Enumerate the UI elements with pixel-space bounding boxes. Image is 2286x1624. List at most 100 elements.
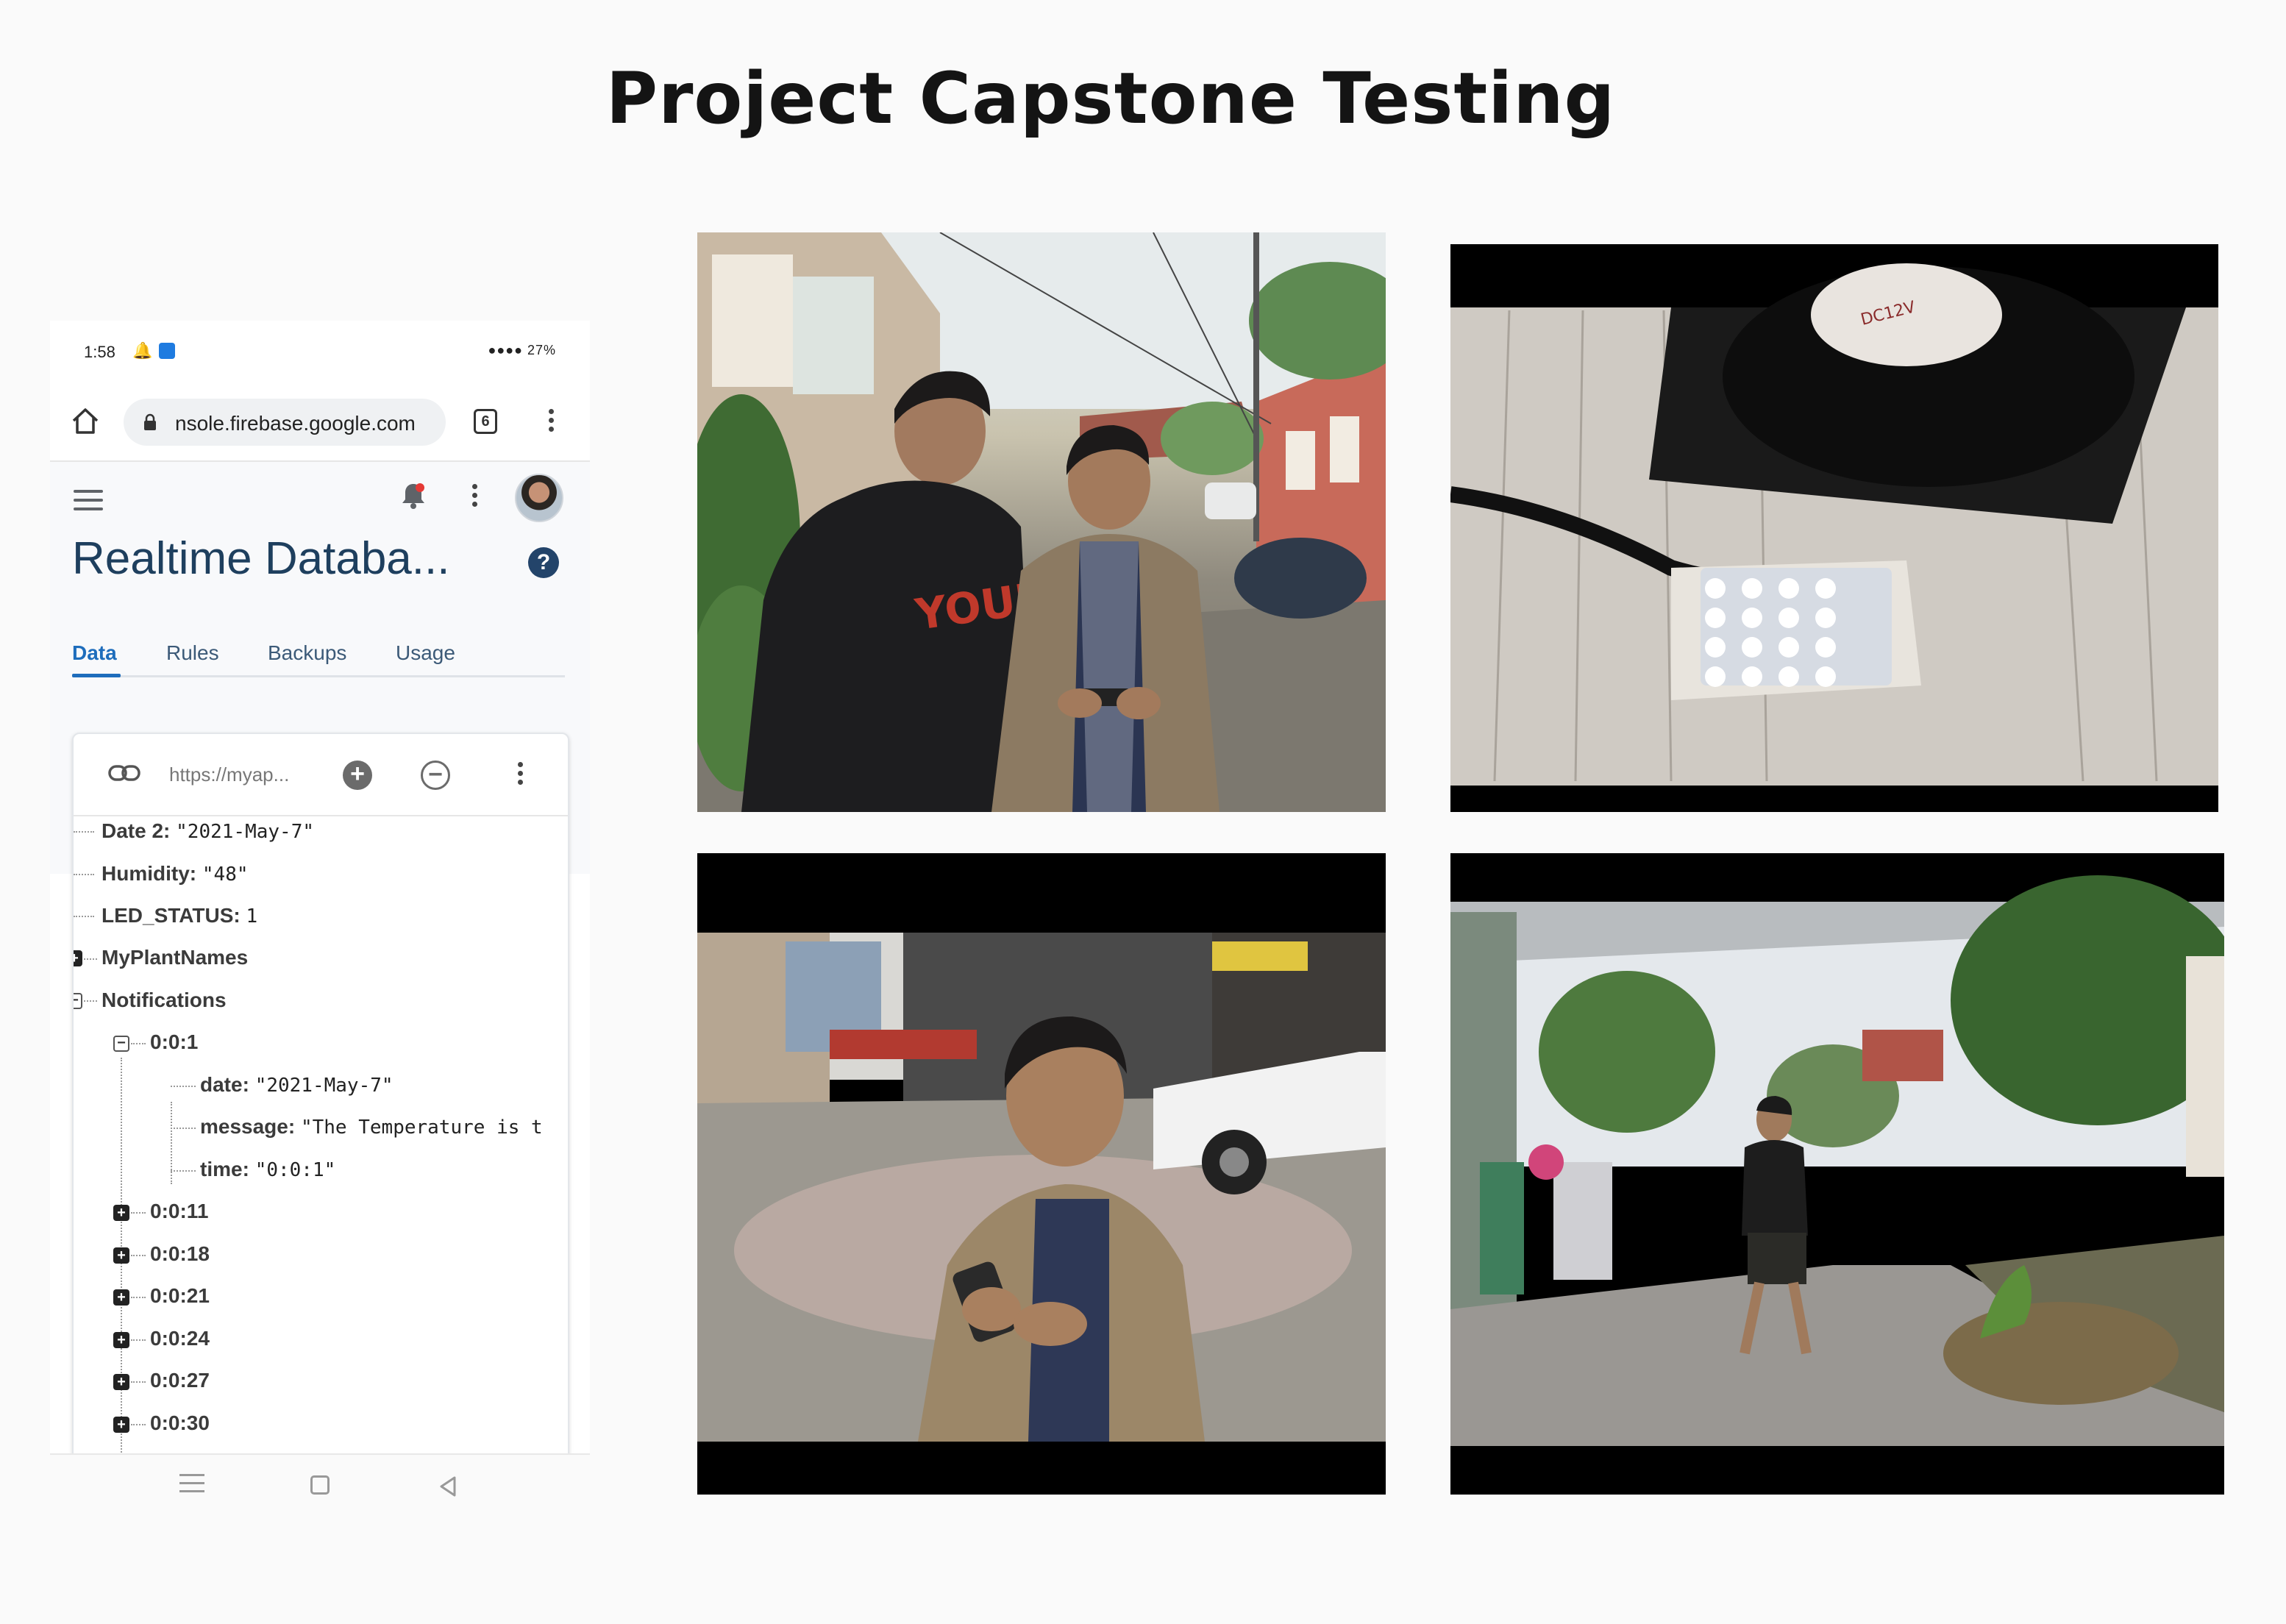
app-menu-icon[interactable] (471, 484, 478, 510)
node-key: MyPlantNames (102, 946, 249, 969)
node-key: 0:0:11 (150, 1200, 209, 1222)
tree-node[interactable]: date: "2021-May-7" (200, 1073, 394, 1097)
recents-icon[interactable] (179, 1474, 204, 1496)
expand-icon[interactable]: + (113, 1417, 129, 1433)
tree-connector (131, 1297, 146, 1298)
student-phone-illustration (697, 853, 1386, 1495)
database-data-panel: https://myap... + − Date 2: "2021-May-7"… (72, 733, 569, 1521)
tree-node[interactable]: 0:0:21 (150, 1284, 210, 1308)
node-key: 0:0:18 (150, 1242, 210, 1265)
tree-node[interactable]: Notifications (102, 989, 227, 1012)
app-notification-icon (159, 343, 175, 359)
tree-node[interactable]: 0:0:30 (150, 1411, 210, 1435)
hamburger-menu-icon[interactable] (74, 490, 103, 512)
back-icon[interactable] (435, 1474, 460, 1499)
expand-icon[interactable]: + (113, 1247, 129, 1264)
expand-icon[interactable]: + (113, 1205, 129, 1221)
node-key: 0:0:30 (150, 1411, 210, 1434)
photo-student-walking (1450, 853, 2224, 1495)
status-time: 1:58 (84, 343, 115, 361)
database-menu-icon[interactable] (516, 762, 524, 788)
tree-connector (171, 1102, 172, 1184)
battery-level: 27% (527, 343, 556, 357)
tab-rules[interactable]: Rules (166, 641, 219, 665)
link-icon[interactable] (107, 763, 141, 783)
address-field[interactable]: nsole.firebase.google.com (124, 399, 446, 446)
node-key: 0:0:1 (150, 1030, 199, 1053)
tree-node[interactable]: 0:0:24 (150, 1327, 210, 1350)
node-value: 1 (246, 905, 258, 927)
node-key: time: (200, 1158, 249, 1180)
browser-menu-icon[interactable] (547, 409, 555, 435)
two-students-illustration: YOUN (697, 232, 1386, 812)
signal-icon: ●●●● (488, 343, 523, 357)
database-url[interactable]: https://myap... (169, 763, 289, 786)
node-value: "2021-May-7" (176, 821, 314, 843)
node-key: 0:0:27 (150, 1369, 210, 1392)
nav-home-icon[interactable] (310, 1475, 330, 1495)
active-tab-indicator (72, 674, 121, 677)
node-key: 0:0:21 (150, 1284, 210, 1307)
expand-icon[interactable]: + (113, 1289, 129, 1306)
tree-connector (74, 916, 94, 917)
tree-node[interactable]: LED_STATUS: 1 (102, 904, 257, 927)
notification-bell-icon: 🔔 (132, 341, 153, 360)
node-key: message: (200, 1115, 296, 1138)
node-key: Notifications (102, 989, 227, 1011)
tree-connector (131, 1255, 146, 1256)
tree-connector (131, 1424, 146, 1425)
database-toolbar: https://myap... + − (74, 734, 568, 816)
phone-screenshot: 1:58 🔔 ●●●● 27% nsole.firebase.google.co… (50, 321, 590, 1521)
photo-two-students: YOUN (697, 232, 1386, 812)
status-icons: ●●●● 27% (488, 343, 556, 358)
tree-connector (74, 874, 94, 875)
collapse-node-icon[interactable]: − (421, 761, 450, 790)
tree-connector (131, 1212, 146, 1214)
add-node-icon[interactable]: + (343, 761, 372, 790)
expand-icon[interactable]: + (113, 1332, 129, 1348)
collapse-icon[interactable]: − (113, 1036, 129, 1052)
tree-connector (171, 1170, 196, 1172)
tree-node[interactable]: 0:0:18 (150, 1242, 210, 1266)
notifications-bell-icon[interactable] (397, 480, 430, 512)
tree-connector (131, 1339, 146, 1341)
page-title: Project Capstone Testing (605, 57, 1616, 140)
database-title: Realtime Databa... (72, 533, 450, 584)
node-key: 0:0:24 (150, 1327, 210, 1350)
tree-node[interactable]: Date 2: "2021-May-7" (102, 819, 314, 843)
tree-connector (131, 1043, 146, 1044)
tree-node[interactable]: 0:0:27 (150, 1369, 210, 1392)
android-nav-bar (50, 1453, 590, 1521)
tab-data[interactable]: Data (72, 641, 117, 665)
collapse-icon[interactable]: − (74, 993, 82, 1009)
tree-connector (171, 1086, 196, 1087)
tabs-count-button[interactable]: 6 (474, 409, 497, 434)
tree-node[interactable]: 0:0:11 (150, 1200, 208, 1223)
fan-led-illustration: DC12V (1450, 244, 2218, 812)
user-avatar[interactable] (515, 474, 563, 522)
tree-node[interactable]: 0:0:1 (150, 1030, 198, 1054)
tree-connector (84, 958, 97, 960)
tab-usage[interactable]: Usage (396, 641, 455, 665)
tree-node[interactable]: time: "0:0:1" (200, 1158, 335, 1181)
photo-fan-led: DC12V (1450, 244, 2218, 812)
url-text: nsole.firebase.google.com (175, 412, 416, 435)
node-value: "2021-May-7" (254, 1075, 394, 1097)
tab-backups[interactable]: Backups (268, 641, 346, 665)
expand-icon[interactable]: + (74, 950, 82, 966)
node-key: Date 2: (102, 819, 171, 842)
status-bar: 1:58 🔔 ●●●● 27% (50, 321, 590, 387)
tree-connector (84, 1000, 97, 1002)
tree-node[interactable]: message: "The Temperature is t (200, 1115, 543, 1139)
tree-node[interactable]: MyPlantNames (102, 946, 248, 969)
node-key: Humidity: (102, 862, 197, 885)
node-value: "0:0:1" (254, 1159, 336, 1181)
expand-icon[interactable]: + (113, 1374, 129, 1390)
lock-icon (144, 413, 156, 430)
tree-node[interactable]: Humidity: "48" (102, 862, 249, 886)
photo-student-phone (697, 853, 1386, 1495)
database-tree: Date 2: "2021-May-7" Humidity: "48" LED_… (74, 815, 568, 1462)
help-icon[interactable]: ? (528, 547, 559, 578)
home-icon[interactable] (69, 405, 102, 437)
tree-connector (171, 1128, 196, 1129)
